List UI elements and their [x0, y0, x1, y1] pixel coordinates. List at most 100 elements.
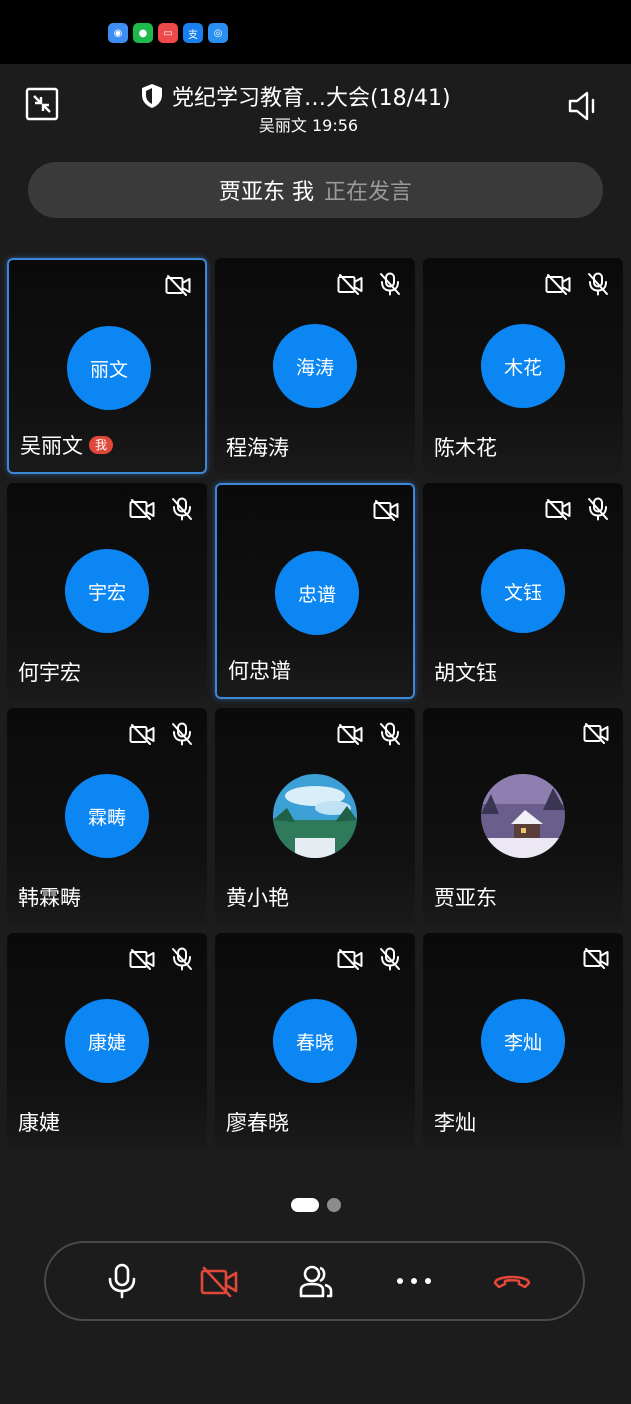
- participant-name: 何忠谱: [228, 659, 291, 683]
- camera-off-icon[interactable]: [189, 1243, 249, 1319]
- participant-tile[interactable]: 春晓廖春晓: [215, 933, 415, 1149]
- avatar: 丽文: [67, 326, 151, 410]
- camera-off-icon: [545, 273, 571, 295]
- participant-name-row: 何忠谱: [228, 655, 291, 685]
- participant-status-icons: [129, 947, 193, 971]
- participant-tile[interactable]: 海涛程海涛: [215, 258, 415, 474]
- speaker-volume-icon[interactable]: [563, 86, 603, 126]
- participant-status-icons: [545, 272, 609, 296]
- camera-off-icon: [337, 723, 363, 745]
- alipay-app-icon: 支: [183, 23, 203, 43]
- page-dot-active: [291, 1198, 319, 1212]
- participant-status-icons: [129, 722, 193, 746]
- camera-off-icon: [129, 498, 155, 520]
- participant-tile[interactable]: 霖畴韩霖畴: [7, 708, 207, 924]
- participant-name: 胡文钰: [434, 661, 497, 685]
- shield-icon: [140, 83, 164, 109]
- participant-tile[interactable]: 黄小艳: [215, 708, 415, 924]
- participant-name: 康婕: [18, 1111, 60, 1135]
- participant-tile[interactable]: 木花陈木花: [423, 258, 623, 474]
- me-badge: 我: [89, 436, 114, 454]
- avatar: 李灿: [481, 999, 565, 1083]
- speaker-name: 贾亚东 我: [218, 180, 314, 205]
- participant-status-icons: [337, 722, 401, 746]
- participant-status-icons: [129, 497, 193, 521]
- camera-off-icon: [129, 948, 155, 970]
- status-bar: ◉ ● ▭ 支 ◎: [0, 0, 631, 64]
- participant-tile[interactable]: 文钰胡文钰: [423, 483, 623, 699]
- hang-up-icon[interactable]: [482, 1243, 542, 1319]
- avatar: 春晓: [273, 999, 357, 1083]
- avatar: 康婕: [65, 999, 149, 1083]
- participant-grid: 丽文 吴丽文我海涛 程海涛 木花 陈木花 宇宏 何宇宏 忠谱 何忠谱 文钰 胡文钰 霖畴 韩霖畴 黄小艳贾…: [7, 258, 625, 1152]
- participant-tile[interactable]: 丽文吴丽文我: [7, 258, 207, 474]
- avatar: 文钰: [481, 549, 565, 633]
- participant-name-row: 贾亚东: [434, 882, 497, 912]
- participant-name-row: 康婕: [18, 1107, 60, 1137]
- mic-muted-icon: [379, 722, 401, 746]
- camera-off-icon: [545, 498, 571, 520]
- participant-tile[interactable]: 康婕 康婕: [7, 933, 207, 1149]
- meeting-title-row[interactable]: 党纪学习教育…大会(18/41): [140, 80, 500, 112]
- mic-muted-icon: [587, 272, 609, 296]
- page-dot: [327, 1198, 341, 1212]
- participant-name: 韩霖畴: [18, 886, 81, 910]
- camera-off-icon: [373, 499, 399, 521]
- camera-off-icon: [337, 948, 363, 970]
- avatar: 宇宏: [65, 549, 149, 633]
- weibo-app-icon: ◉: [108, 23, 128, 43]
- participant-tile[interactable]: 忠谱何忠谱: [215, 483, 415, 699]
- participant-name-row: 黄小艳: [226, 882, 289, 912]
- participant-status-icons: [545, 497, 609, 521]
- mic-muted-icon: [171, 947, 193, 971]
- participant-status-icons: [337, 272, 401, 296]
- page-indicator[interactable]: [291, 1198, 341, 1212]
- participant-name: 何宇宏: [18, 661, 81, 685]
- camera-off-icon: [129, 723, 155, 745]
- more-icon[interactable]: [384, 1243, 444, 1319]
- participant-name: 廖春晓: [226, 1111, 289, 1135]
- participant-name: 贾亚东: [434, 886, 497, 910]
- participants-icon[interactable]: [286, 1243, 346, 1319]
- avatar: [481, 774, 565, 858]
- participant-status-icons: [373, 499, 399, 521]
- camera-off-icon: [583, 722, 609, 744]
- participant-name-row: 吴丽文我: [20, 430, 114, 460]
- speaker-status: 正在发言: [323, 180, 412, 205]
- avatar: [273, 774, 357, 858]
- avatar: 忠谱: [275, 551, 359, 635]
- participant-tile[interactable]: 宇宏何宇宏: [7, 483, 207, 699]
- participant-name-row: 陈木花: [434, 432, 497, 462]
- dianping-app-icon: ▭: [158, 23, 178, 43]
- participant-tile[interactable]: 贾亚东: [423, 708, 623, 924]
- participant-name: 程海涛: [226, 436, 289, 460]
- participant-name-row: 何宇宏: [18, 657, 81, 687]
- camera-off-icon: [583, 947, 609, 969]
- participant-name-row: 韩霖畴: [18, 882, 81, 912]
- mic-muted-icon: [587, 497, 609, 521]
- avatar: 海涛: [273, 324, 357, 408]
- host-and-time: 吴丽文 19:56: [258, 116, 359, 135]
- microphone-icon[interactable]: [92, 1243, 152, 1319]
- participant-name: 吴丽文: [20, 434, 83, 458]
- participant-name: 黄小艳: [226, 886, 289, 910]
- participant-name-row: 廖春晓: [226, 1107, 289, 1137]
- participant-status-icons: [337, 947, 401, 971]
- meeting-title: 党纪学习教育…大会(18/41): [172, 86, 451, 111]
- current-speaker-bar: 贾亚东 我 正在发言: [28, 162, 603, 218]
- participant-status-icons: [583, 722, 609, 744]
- participant-tile[interactable]: 李灿 李灿: [423, 933, 623, 1149]
- participant-name-row: 李灿: [434, 1107, 476, 1137]
- avatar: 霖畴: [65, 774, 149, 858]
- mic-muted-icon: [171, 722, 193, 746]
- participant-name: 陈木花: [434, 436, 497, 460]
- participant-status-icons: [165, 274, 191, 296]
- browser-app-icon: ◎: [208, 23, 228, 43]
- call-toolbar: [44, 1241, 585, 1321]
- participant-name-row: 程海涛: [226, 432, 289, 462]
- participant-status-icons: [583, 947, 609, 969]
- mic-muted-icon: [379, 272, 401, 296]
- participant-name: 李灿: [434, 1111, 476, 1135]
- avatar: 木花: [481, 324, 565, 408]
- camera-off-icon: [165, 274, 191, 296]
